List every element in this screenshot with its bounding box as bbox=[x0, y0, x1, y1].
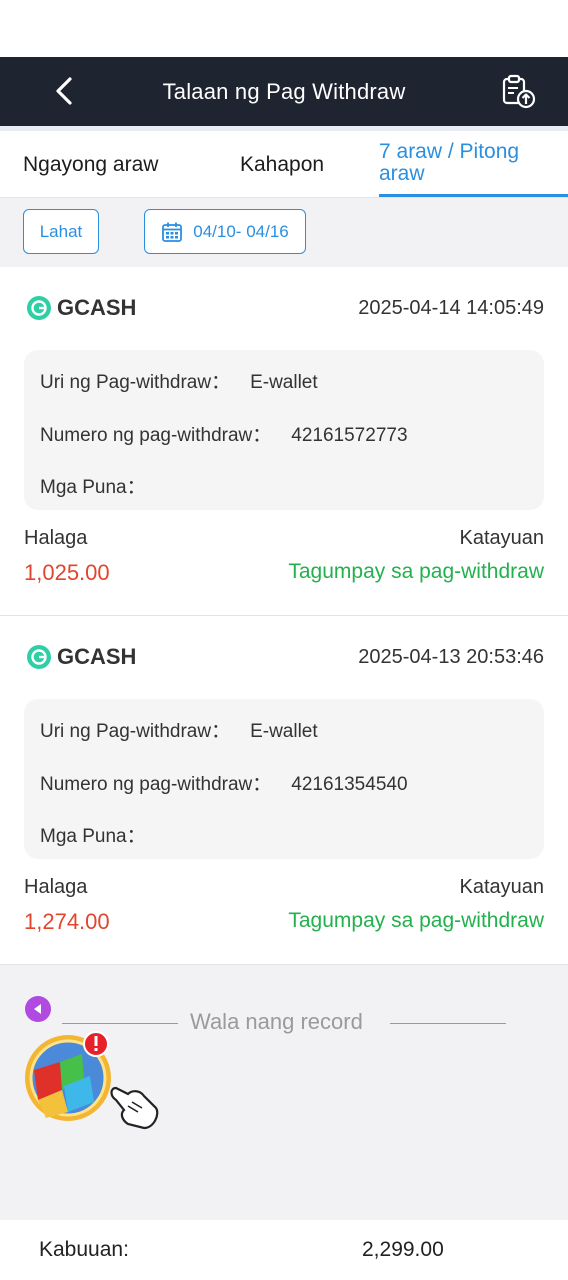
status-value: Tagumpay sa pag-withdraw bbox=[288, 909, 544, 932]
withdraw-record[interactable]: GCASH 2025-04-13 20:53:46 Uri ng Pag-wit… bbox=[0, 616, 568, 964]
status-label: Katayuan bbox=[459, 876, 544, 898]
date-range-button[interactable]: 04/10- 04/16 bbox=[144, 209, 306, 254]
triangle-left-icon bbox=[34, 1004, 41, 1014]
record-method: GCASH bbox=[26, 295, 136, 321]
method-name: GCASH bbox=[57, 644, 137, 669]
number-value: 42161354540 bbox=[291, 774, 408, 795]
active-tab-indicator bbox=[379, 194, 568, 197]
detail-type-row: Uri ng Pag-withdraw： E-wallet bbox=[40, 716, 318, 743]
amount-value: 1,025.00 bbox=[24, 560, 110, 585]
type-label: Uri ng Pag-withdraw： bbox=[40, 721, 231, 742]
gcash-logo-icon bbox=[27, 296, 51, 320]
collapse-float-button[interactable] bbox=[25, 996, 51, 1022]
no-more-records-text: Wala nang record bbox=[190, 1009, 363, 1034]
type-value: E-wallet bbox=[250, 372, 318, 393]
page-title: Talaan ng Pag Withdraw bbox=[162, 79, 406, 104]
total-value: 2,299.00 bbox=[362, 1238, 444, 1261]
filter-bar: Lahat 04/10- 04/16 bbox=[0, 198, 568, 267]
detail-remarks-row: Mga Puna： bbox=[40, 821, 166, 848]
gcash-logo-icon bbox=[27, 645, 51, 669]
remarks-label: Mga Puna： bbox=[40, 477, 146, 498]
status-label: Katayuan bbox=[459, 527, 544, 549]
status-value: Tagumpay sa pag-withdraw bbox=[288, 560, 544, 583]
detail-remarks-row: Mga Puna： bbox=[40, 472, 166, 499]
type-label: Uri ng Pag-withdraw： bbox=[40, 372, 231, 393]
record-details: Uri ng Pag-withdraw： E-wallet Numero ng p… bbox=[24, 699, 544, 859]
app-header: Talaan ng Pag Withdraw bbox=[0, 57, 568, 126]
divider-line-right bbox=[390, 1023, 506, 1024]
gift-box-wheel-icon bbox=[25, 1031, 159, 1130]
tab-seven-days[interactable]: 7 araw / Pitong araw bbox=[379, 141, 561, 185]
total-footer: Kabuuan: 2,299.00 bbox=[0, 1220, 568, 1280]
detail-number-row: Numero ng pag-withdraw： 42161354540 bbox=[40, 769, 408, 796]
type-value: E-wallet bbox=[250, 721, 318, 742]
export-records-button[interactable] bbox=[496, 69, 540, 113]
record-method: GCASH bbox=[26, 644, 136, 670]
detail-number-row: Numero ng pag-withdraw： 42161572773 bbox=[40, 420, 408, 447]
record-datetime: 2025-04-13 20:53:46 bbox=[358, 646, 544, 668]
number-label: Numero ng pag-withdraw： bbox=[40, 774, 272, 795]
date-range-text: 04/10- 04/16 bbox=[193, 221, 289, 241]
divider-line-left bbox=[62, 1023, 178, 1024]
lucky-wheel-promo-button[interactable] bbox=[24, 1028, 164, 1138]
no-more-records-area: Wala nang record bbox=[0, 965, 568, 1220]
number-value: 42161572773 bbox=[291, 425, 408, 446]
number-label: Numero ng pag-withdraw： bbox=[40, 425, 272, 446]
amount-value: 1,274.00 bbox=[24, 909, 110, 934]
total-label: Kabuuan: bbox=[39, 1238, 129, 1261]
amount-label: Halaga bbox=[24, 527, 88, 549]
status-bar bbox=[0, 0, 568, 57]
method-name: GCASH bbox=[57, 295, 137, 320]
remarks-label: Mga Puna： bbox=[40, 826, 146, 847]
tab-yesterday[interactable]: Kahapon bbox=[240, 153, 324, 177]
record-datetime: 2025-04-14 14:05:49 bbox=[358, 297, 544, 319]
calendar-icon bbox=[162, 222, 183, 242]
tab-today[interactable]: Ngayong araw bbox=[23, 153, 158, 177]
period-tabs: Ngayong araw Kahapon 7 araw / Pitong ara… bbox=[0, 131, 568, 198]
filter-all-button[interactable]: Lahat bbox=[23, 209, 99, 254]
clipboard-upload-icon bbox=[502, 74, 536, 109]
amount-label: Halaga bbox=[24, 876, 88, 898]
record-details: Uri ng Pag-withdraw： E-wallet Numero ng p… bbox=[24, 350, 544, 510]
detail-type-row: Uri ng Pag-withdraw： E-wallet bbox=[40, 367, 318, 394]
withdraw-record[interactable]: GCASH 2025-04-14 14:05:49 Uri ng Pag-wit… bbox=[0, 267, 568, 615]
